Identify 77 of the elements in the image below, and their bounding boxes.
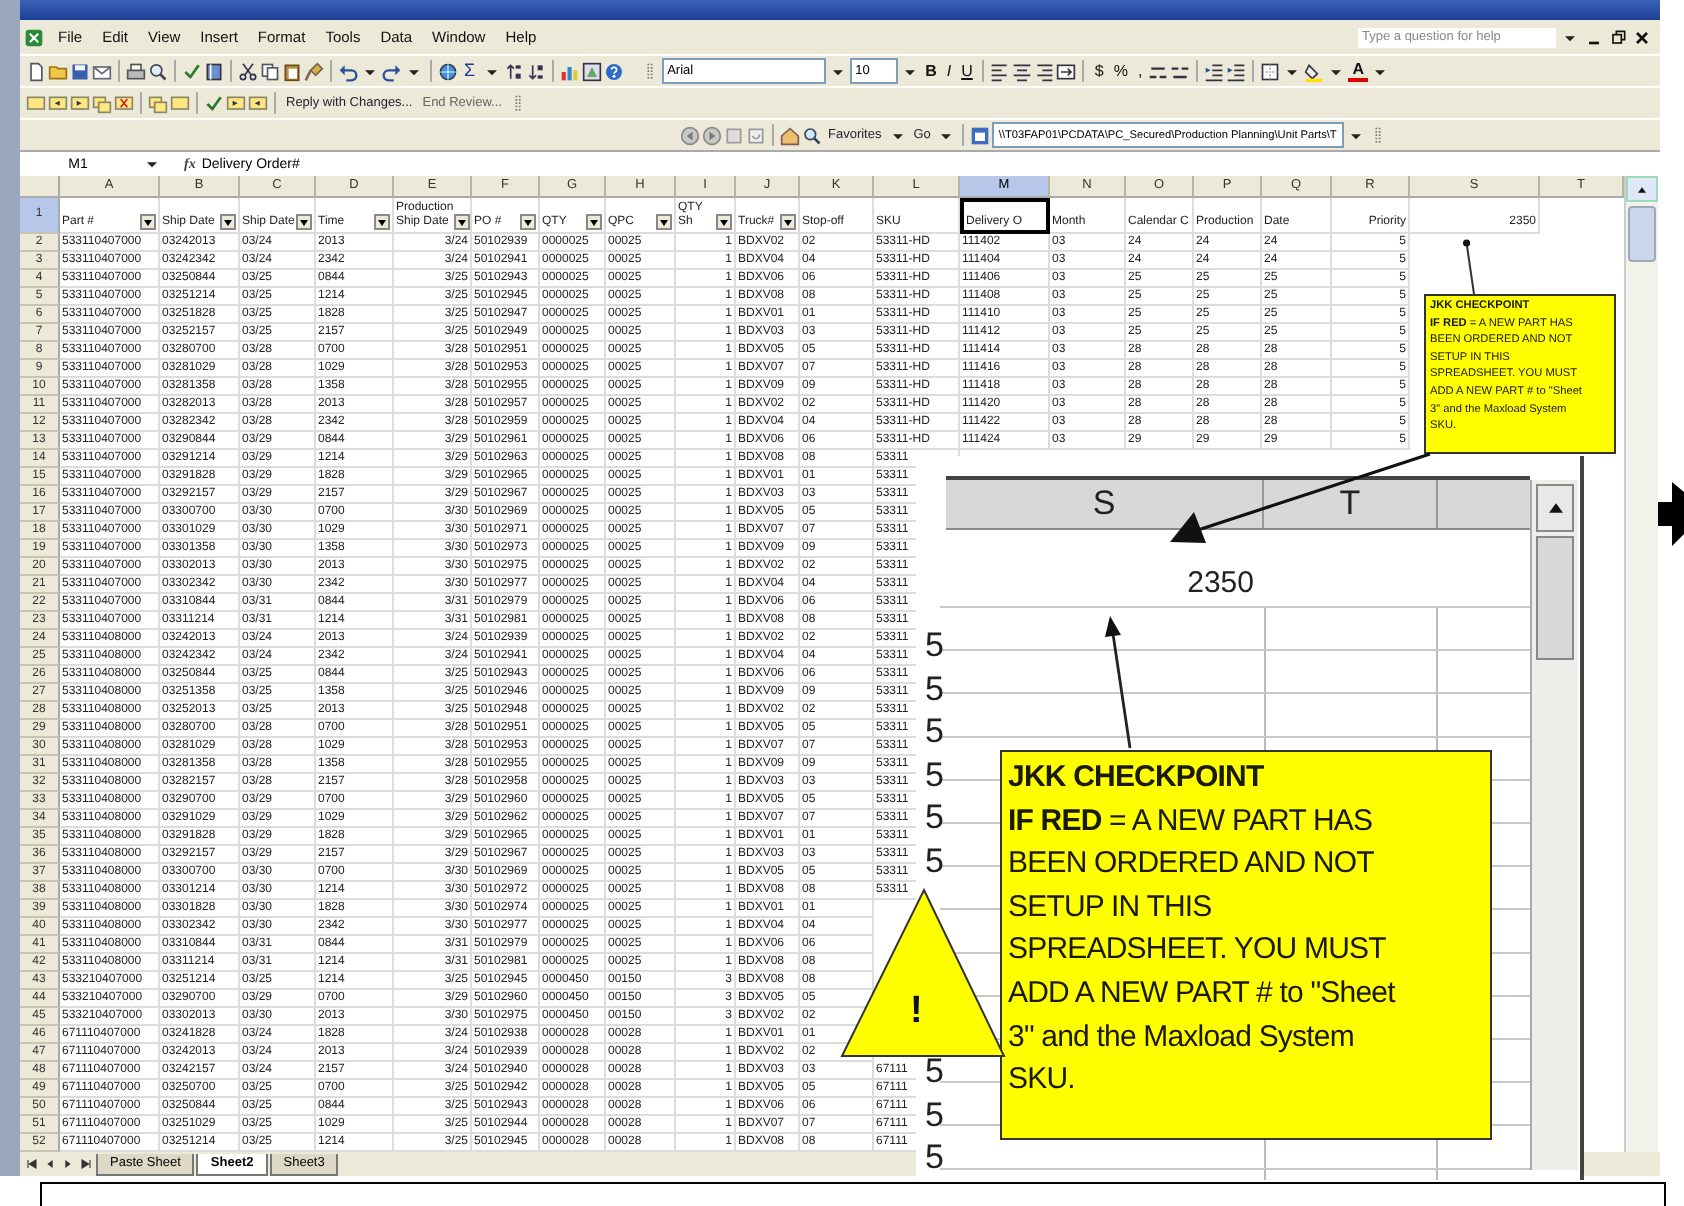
outdent-icon[interactable] [1204,61,1225,81]
filter-dropdown[interactable] [220,214,236,230]
number-format-button[interactable]: $ [1090,60,1108,82]
arrow-shape [1658,482,1684,546]
prev-comment-icon[interactable] [248,93,268,113]
printer-icon[interactable] [126,61,146,81]
scroll-up-button[interactable] [1626,176,1658,202]
copy-icon[interactable] [260,61,280,81]
filter-dropdown[interactable] [520,214,536,230]
floppy-icon[interactable] [70,61,90,81]
align-center-icon[interactable] [1012,61,1033,81]
format-button[interactable]: B [921,60,941,82]
globe-icon[interactable] [438,61,458,81]
scissors-icon[interactable] [238,61,258,81]
next-sheet-icon[interactable] [60,1156,76,1172]
redo-icon[interactable] [382,61,402,81]
merge-cells-icon[interactable] [1056,61,1077,81]
web-page-icon[interactable] [970,125,991,145]
back-icon[interactable] [680,125,700,145]
restore-icon[interactable] [1608,27,1628,47]
show-comments-icon[interactable] [148,93,168,113]
undo-icon[interactable] [338,61,358,81]
filter-dropdown[interactable] [586,214,602,230]
scroll-up-button[interactable] [1536,484,1574,532]
sort-descending-icon[interactable] [525,61,546,81]
search-icon[interactable] [802,125,822,145]
forward-icon[interactable] [702,125,722,145]
arrow [1105,616,1132,749]
first-sheet-icon[interactable] [24,1156,40,1172]
number-format-button[interactable]: , [1133,60,1147,82]
prev-comment-icon[interactable] [48,93,68,113]
exclamation-mark: ! [910,992,923,1032]
table-cell-text: 2350 [1185,566,1254,600]
brush-icon[interactable] [304,61,324,81]
note-title: JKK CHECKPOINT [1008,758,1266,798]
previous-sheet-icon[interactable] [42,1156,58,1172]
format-button[interactable]: I [942,60,956,82]
autosum-button[interactable]: Σ [460,60,480,82]
comment-icon[interactable] [170,93,190,113]
borders-icon[interactable] [1260,61,1281,81]
filter-dropdown[interactable] [374,214,390,230]
spreadsheet-icon[interactable] [24,27,44,47]
note-text: IF RED = A NEW PART HAS BEEN ORDERED AND NOT SETUP IN THIS SPREADSHEET. YOU MUST ADD A NEW PART # to "Sheet 3" and the Maxload System SKU. [1008,801,1398,1101]
sort-ascending-icon[interactable] [503,61,524,81]
paint-bucket-icon[interactable] [1304,61,1325,81]
filter-dropdown[interactable] [780,214,796,230]
filter-dropdown[interactable] [140,214,156,230]
filter-dropdown[interactable] [296,214,312,230]
scroll-thumb[interactable] [1536,536,1574,660]
drawing-icon[interactable] [581,61,602,81]
book-icon[interactable] [204,61,224,81]
next-comment-icon[interactable] [226,93,246,113]
magnifier-icon[interactable] [148,61,168,81]
scroll-thumb[interactable] [1628,206,1656,262]
comment-icon[interactable] [26,93,46,113]
page-icon[interactable] [26,61,46,81]
help-icon[interactable] [603,61,624,81]
filter-dropdown[interactable] [656,214,672,230]
folder-icon[interactable] [48,61,68,81]
home-icon[interactable] [780,125,800,145]
clipboard-icon[interactable] [282,61,302,81]
next-comment-icon[interactable] [70,93,90,113]
number-format-button[interactable]: % [1109,60,1132,82]
align-right-icon[interactable] [1034,61,1055,81]
filter-dropdown[interactable] [716,214,732,230]
last-sheet-icon[interactable] [78,1156,94,1172]
indent-icon[interactable] [1226,61,1247,81]
envelope-icon[interactable] [92,61,112,81]
format-button[interactable]: U [957,60,977,82]
filter-dropdown[interactable] [453,214,470,230]
close-icon[interactable] [1632,27,1652,47]
bar-chart-icon[interactable] [559,61,580,81]
show-comments-icon[interactable] [92,93,112,113]
font-color-button[interactable]: A [1348,60,1368,82]
delete-comment-icon[interactable] [114,93,134,113]
align-left-icon[interactable] [990,61,1011,81]
column-header[interactable]: T [1264,480,1438,528]
